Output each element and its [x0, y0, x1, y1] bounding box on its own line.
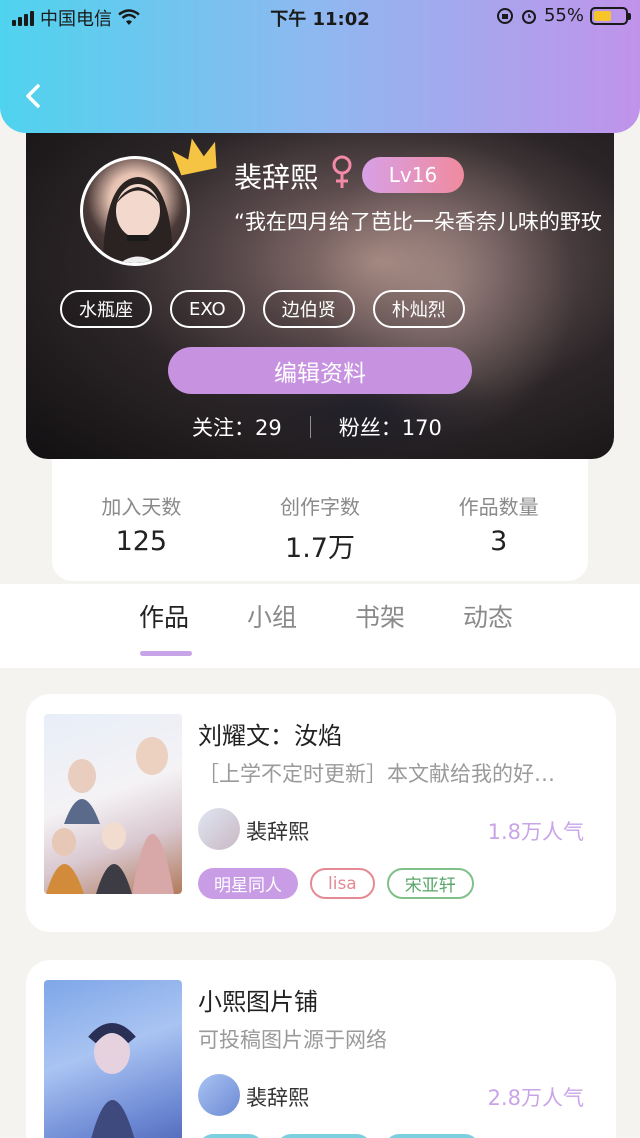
- tab-groups[interactable]: 小组: [218, 598, 326, 634]
- stat-value: 3: [490, 526, 508, 557]
- work-tag[interactable]: 宋亚轩: [386, 868, 474, 899]
- follow-stats: 关注：29 粉丝：170: [192, 412, 442, 442]
- stats-panel: 加入天数 125 创作字数 1.7万 作品数量 3: [52, 459, 588, 581]
- followers-count: 170: [401, 416, 442, 440]
- work-tags: [198, 1134, 480, 1138]
- profile-tag[interactable]: 边伯贤: [262, 290, 355, 328]
- stat-label: 创作字数: [280, 495, 360, 519]
- divider: [309, 416, 311, 438]
- profile-tag[interactable]: EXO: [170, 290, 245, 328]
- battery-icon: [590, 6, 631, 25]
- work-title: 小熙图片铺: [198, 988, 318, 1016]
- tab-works[interactable]: 作品: [110, 598, 218, 656]
- work-tag[interactable]: [384, 1134, 480, 1138]
- work-tag[interactable]: 明星同人: [198, 868, 298, 899]
- popularity: 2.8万人气: [487, 1086, 584, 1110]
- work-card[interactable]: 小熙图片铺 可投稿图片源于网络 裴辞熙 2.8万人气: [26, 960, 616, 1138]
- followers-link[interactable]: 粉丝：170: [339, 412, 442, 442]
- stat-join-days: 加入天数 125: [52, 459, 231, 581]
- alarm-icon: [521, 9, 536, 24]
- following-count: 29: [255, 416, 282, 440]
- work-cover-image: [44, 980, 182, 1138]
- stat-value: 1.7万: [285, 533, 355, 564]
- crown-icon: [171, 138, 217, 176]
- following-label: 关注：: [192, 416, 255, 440]
- work-tag[interactable]: [276, 1134, 372, 1138]
- profile-banner: [26, 100, 614, 459]
- work-title: 刘耀文：汝焰: [198, 722, 342, 750]
- author-avatar[interactable]: [198, 808, 240, 850]
- work-tag[interactable]: [198, 1134, 264, 1138]
- author-name[interactable]: 裴辞熙: [246, 816, 309, 846]
- edit-profile-button[interactable]: 编辑资料: [168, 347, 472, 394]
- stat-value: 125: [115, 526, 168, 557]
- stat-word-count: 创作字数 1.7万: [231, 459, 410, 581]
- orientation-lock-icon: [496, 7, 513, 24]
- level-badge: Lv16: [362, 157, 464, 193]
- stat-label: 作品数量: [458, 495, 539, 519]
- profile-name: 裴辞熙: [234, 161, 319, 194]
- tab-bar: 作品 小组 书架 动态: [0, 584, 640, 668]
- profile-tag[interactable]: 水瓶座: [60, 290, 152, 328]
- work-tags: 明星同人 lisa 宋亚轩: [198, 868, 474, 899]
- author-name[interactable]: 裴辞熙: [246, 1082, 309, 1112]
- work-description: ［上学不定时更新］本文献给我的好…: [198, 762, 555, 786]
- tab-bookshelf[interactable]: 书架: [326, 598, 434, 634]
- followers-label: 粉丝：: [338, 416, 402, 440]
- work-description: 可投稿图片源于网络: [198, 1028, 387, 1052]
- header-bar: 中国电信 下午 11:02 55%: [0, 0, 640, 133]
- popularity: 1.8万人气: [487, 820, 584, 844]
- female-icon: [332, 155, 352, 188]
- tab-activity[interactable]: 动态: [434, 598, 542, 634]
- profile-motto: “我在四月给了芭比一朵香奈儿味的野玫: [234, 210, 602, 234]
- work-card[interactable]: 刘耀文：汝焰 ［上学不定时更新］本文献给我的好… 裴辞熙 1.8万人气 明星同人…: [26, 694, 616, 932]
- status-bar: 中国电信 下午 11:02 55%: [0, 0, 640, 32]
- work-tag[interactable]: lisa: [310, 868, 375, 899]
- work-cover-image: [44, 714, 182, 894]
- profile-tag[interactable]: 朴灿烈: [372, 290, 465, 328]
- stat-label: 加入天数: [101, 495, 182, 519]
- following-link[interactable]: 关注：29: [192, 412, 282, 442]
- stat-works-count: 作品数量 3: [409, 459, 588, 581]
- profile-tags: 水瓶座 EXO 边伯贤 朴灿烈: [60, 290, 465, 328]
- battery-percent: 55%: [543, 5, 584, 26]
- author-avatar[interactable]: [198, 1074, 240, 1116]
- back-button[interactable]: [20, 80, 48, 112]
